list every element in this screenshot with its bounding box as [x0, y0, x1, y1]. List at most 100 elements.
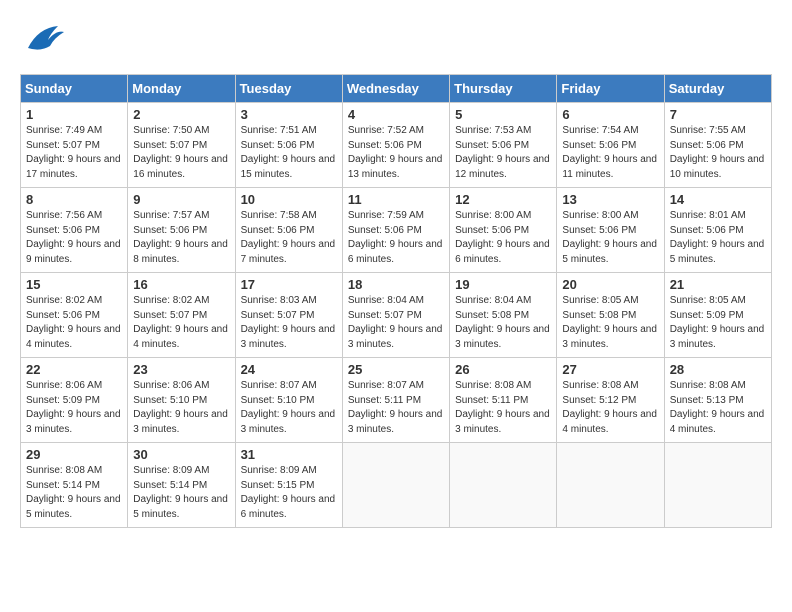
- calendar-header-row: SundayMondayTuesdayWednesdayThursdayFrid…: [21, 75, 772, 103]
- day-cell-6: 6 Sunrise: 7:54 AMSunset: 5:06 PMDaylight…: [557, 103, 664, 188]
- day-number-27: 27: [562, 362, 658, 377]
- week-row-5: 29Sunrise: 8:08 AMSunset: 5:14 PMDayligh…: [21, 443, 772, 528]
- day-cell-17: 17Sunrise: 8:03 AMSunset: 5:07 PMDayligh…: [235, 273, 342, 358]
- day-cell-19: 19Sunrise: 8:04 AMSunset: 5:08 PMDayligh…: [450, 273, 557, 358]
- week-row-3: 15 Sunrise: 8:02 AMSunset: 5:06 PMDayligh…: [21, 273, 772, 358]
- day-number-26: 26: [455, 362, 551, 377]
- day-info-8: Sunrise: 7:56 AMSunset: 5:06 PMDaylight:…: [26, 209, 122, 267]
- day-info-11: Sunrise: 7:59 AMSunset: 5:06 PMDaylight:…: [348, 209, 444, 267]
- day-number-16: 16: [133, 277, 229, 292]
- day-cell-4: 4 Sunrise: 7:52 AMSunset: 5:06 PMDaylight…: [342, 103, 449, 188]
- day-cell-1: 1 Sunrise: 7:49 AMSunset: 5:07 PMDaylight…: [21, 103, 128, 188]
- day-number-10: 10: [241, 192, 337, 207]
- day-info-31: Sunrise: 8:09 AMSunset: 5:15 PMDaylight:…: [241, 464, 337, 522]
- day-cell-3: 3Sunrise: 7:51 AMSunset: 5:06 PMDaylight…: [235, 103, 342, 188]
- day-info-30: Sunrise: 8:09 AMSunset: 5:14 PMDaylight:…: [133, 464, 229, 522]
- day-number-30: 30: [133, 447, 229, 462]
- day-info-9: Sunrise: 7:57 AMSunset: 5:06 PMDaylight:…: [133, 209, 229, 267]
- day-info-5: Sunrise: 7:53 AMSunset: 5:06 PMDaylight:…: [455, 124, 551, 182]
- day-info-22: Sunrise: 8:06 AMSunset: 5:09 PMDaylight:…: [26, 379, 122, 437]
- day-cell-14: 14 Sunrise: 8:01 AMSunset: 5:06 PMDayligh…: [664, 188, 771, 273]
- day-cell-28: 28 Sunrise: 8:08 AMSunset: 5:13 PMDayligh…: [664, 358, 771, 443]
- logo-bird-icon: [20, 20, 68, 64]
- day-info-16: Sunrise: 8:02 AMSunset: 5:07 PMDaylight:…: [133, 294, 229, 352]
- day-number-6: 6: [562, 107, 658, 122]
- day-info-2: Sunrise: 7:50 AMSunset: 5:07 PMDaylight:…: [133, 124, 229, 182]
- day-number-25: 25: [348, 362, 444, 377]
- day-cell-18: 18 Sunrise: 8:04 AMSunset: 5:07 PMDayligh…: [342, 273, 449, 358]
- day-info-6: Sunrise: 7:54 AMSunset: 5:06 PMDaylight:…: [562, 124, 658, 182]
- day-info-4: Sunrise: 7:52 AMSunset: 5:06 PMDaylight:…: [348, 124, 444, 182]
- day-cell-7: 7 Sunrise: 7:55 AMSunset: 5:06 PMDaylight…: [664, 103, 771, 188]
- day-number-15: 15: [26, 277, 122, 292]
- day-number-18: 18: [348, 277, 444, 292]
- empty-cell: [557, 443, 664, 528]
- day-info-29: Sunrise: 8:08 AMSunset: 5:14 PMDaylight:…: [26, 464, 122, 522]
- week-row-1: 1 Sunrise: 7:49 AMSunset: 5:07 PMDaylight…: [21, 103, 772, 188]
- day-info-7: Sunrise: 7:55 AMSunset: 5:06 PMDaylight:…: [670, 124, 766, 182]
- header-friday: Friday: [557, 75, 664, 103]
- empty-cell: [664, 443, 771, 528]
- day-cell-2: 2 Sunrise: 7:50 AMSunset: 5:07 PMDaylight…: [128, 103, 235, 188]
- day-cell-29: 29Sunrise: 8:08 AMSunset: 5:14 PMDayligh…: [21, 443, 128, 528]
- day-info-15: Sunrise: 8:02 AMSunset: 5:06 PMDaylight:…: [26, 294, 122, 352]
- day-cell-11: 11 Sunrise: 7:59 AMSunset: 5:06 PMDayligh…: [342, 188, 449, 273]
- day-info-12: Sunrise: 8:00 AMSunset: 5:06 PMDaylight:…: [455, 209, 551, 267]
- day-info-1: Sunrise: 7:49 AMSunset: 5:07 PMDaylight:…: [26, 124, 122, 182]
- day-number-14: 14: [670, 192, 766, 207]
- header-sunday: Sunday: [21, 75, 128, 103]
- day-cell-13: 13 Sunrise: 8:00 AMSunset: 5:06 PMDayligh…: [557, 188, 664, 273]
- day-info-28: Sunrise: 8:08 AMSunset: 5:13 PMDaylight:…: [670, 379, 766, 437]
- day-cell-26: 26Sunrise: 8:08 AMSunset: 5:11 PMDayligh…: [450, 358, 557, 443]
- day-number-13: 13: [562, 192, 658, 207]
- day-cell-8: 8 Sunrise: 7:56 AMSunset: 5:06 PMDaylight…: [21, 188, 128, 273]
- day-number-4: 4: [348, 107, 444, 122]
- day-info-24: Sunrise: 8:07 AMSunset: 5:10 PMDaylight:…: [241, 379, 337, 437]
- day-cell-10: 10 Sunrise: 7:58 AMSunset: 5:06 PMDayligh…: [235, 188, 342, 273]
- day-number-19: 19: [455, 277, 551, 292]
- day-cell-27: 27Sunrise: 8:08 AMSunset: 5:12 PMDayligh…: [557, 358, 664, 443]
- day-number-22: 22: [26, 362, 122, 377]
- calendar-table: SundayMondayTuesdayWednesdayThursdayFrid…: [20, 74, 772, 528]
- day-cell-30: 30 Sunrise: 8:09 AMSunset: 5:14 PMDayligh…: [128, 443, 235, 528]
- day-number-24: 24: [241, 362, 337, 377]
- day-info-18: Sunrise: 8:04 AMSunset: 5:07 PMDaylight:…: [348, 294, 444, 352]
- day-number-20: 20: [562, 277, 658, 292]
- day-cell-21: 21 Sunrise: 8:05 AMSunset: 5:09 PMDayligh…: [664, 273, 771, 358]
- day-number-7: 7: [670, 107, 766, 122]
- header-thursday: Thursday: [450, 75, 557, 103]
- header-monday: Monday: [128, 75, 235, 103]
- day-number-31: 31: [241, 447, 337, 462]
- day-number-5: 5: [455, 107, 551, 122]
- day-number-1: 1: [26, 107, 122, 122]
- day-cell-22: 22 Sunrise: 8:06 AMSunset: 5:09 PMDayligh…: [21, 358, 128, 443]
- day-cell-20: 20 Sunrise: 8:05 AMSunset: 5:08 PMDayligh…: [557, 273, 664, 358]
- day-info-20: Sunrise: 8:05 AMSunset: 5:08 PMDaylight:…: [562, 294, 658, 352]
- day-info-21: Sunrise: 8:05 AMSunset: 5:09 PMDaylight:…: [670, 294, 766, 352]
- header-wednesday: Wednesday: [342, 75, 449, 103]
- day-number-2: 2: [133, 107, 229, 122]
- day-info-3: Sunrise: 7:51 AMSunset: 5:06 PMDaylight:…: [241, 124, 337, 182]
- day-cell-16: 16 Sunrise: 8:02 AMSunset: 5:07 PMDayligh…: [128, 273, 235, 358]
- day-number-17: 17: [241, 277, 337, 292]
- day-number-28: 28: [670, 362, 766, 377]
- day-info-13: Sunrise: 8:00 AMSunset: 5:06 PMDaylight:…: [562, 209, 658, 267]
- day-number-23: 23: [133, 362, 229, 377]
- day-cell-25: 25 Sunrise: 8:07 AMSunset: 5:11 PMDayligh…: [342, 358, 449, 443]
- day-number-12: 12: [455, 192, 551, 207]
- week-row-2: 8 Sunrise: 7:56 AMSunset: 5:06 PMDaylight…: [21, 188, 772, 273]
- header-saturday: Saturday: [664, 75, 771, 103]
- day-cell-5: 5 Sunrise: 7:53 AMSunset: 5:06 PMDaylight…: [450, 103, 557, 188]
- day-cell-9: 9 Sunrise: 7:57 AMSunset: 5:06 PMDaylight…: [128, 188, 235, 273]
- day-info-10: Sunrise: 7:58 AMSunset: 5:06 PMDaylight:…: [241, 209, 337, 267]
- day-number-21: 21: [670, 277, 766, 292]
- day-info-25: Sunrise: 8:07 AMSunset: 5:11 PMDaylight:…: [348, 379, 444, 437]
- day-number-11: 11: [348, 192, 444, 207]
- day-number-9: 9: [133, 192, 229, 207]
- day-number-8: 8: [26, 192, 122, 207]
- empty-cell: [342, 443, 449, 528]
- day-cell-23: 23Sunrise: 8:06 AMSunset: 5:10 PMDayligh…: [128, 358, 235, 443]
- day-info-14: Sunrise: 8:01 AMSunset: 5:06 PMDaylight:…: [670, 209, 766, 267]
- day-cell-24: 24 Sunrise: 8:07 AMSunset: 5:10 PMDayligh…: [235, 358, 342, 443]
- day-cell-15: 15 Sunrise: 8:02 AMSunset: 5:06 PMDayligh…: [21, 273, 128, 358]
